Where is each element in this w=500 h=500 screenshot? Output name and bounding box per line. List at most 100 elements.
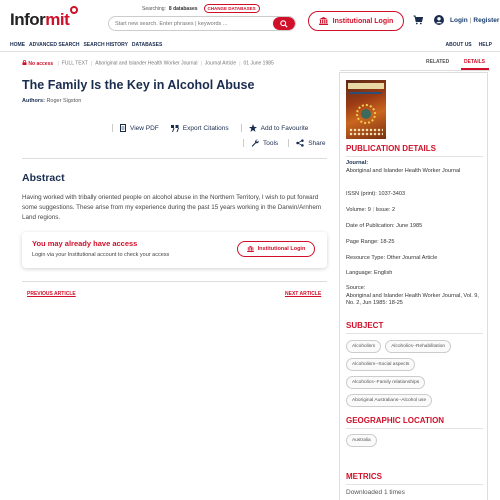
quote-icon [170,124,179,132]
star-icon [248,124,257,132]
export-citations-label: Export Citations [182,124,229,132]
access-title: You may already have access [32,239,138,248]
journal-field: Journal: Aboriginal and Islander Health … [346,160,484,175]
issue-value: 2 [391,207,396,213]
change-databases-button[interactable]: CHANGE DATABASES [203,4,260,13]
access-institutional-login-button[interactable]: Institutional Login [237,241,315,257]
meta-journal[interactable]: Aboriginal and Islander Health Worker Jo… [95,61,197,67]
article-title: The Family Is the Key in Alcohol Abuse [22,78,255,92]
access-button-label: Institutional Login [257,246,306,252]
geo-tag[interactable]: Australia [346,434,377,447]
databases-count[interactable]: 8 databases [169,6,198,12]
issn-field: ISSN (print): 1037-3403 [346,191,484,199]
issue-label: Issue: [375,207,391,213]
sidebar-tabs: RELATED DETAILS [340,57,490,70]
institution-icon [318,17,328,25]
main-nav: HOME ADVANCED SEARCH SEARCH HISTORY DATA… [0,38,500,52]
format-label: FULL TEXT [61,60,88,67]
login-register: Login | Register [450,17,499,24]
login-separator: | [469,17,472,24]
search-input[interactable] [109,17,295,30]
subject-heading: SUBJECT [346,321,384,330]
nav-databases[interactable]: DATABASES [132,42,162,48]
view-pdf-label: View PDF [130,124,159,132]
view-pdf-button[interactable]: View PDF [112,124,159,132]
nav-home[interactable]: HOME [10,42,25,48]
geographic-location-heading: GEOGRAPHIC LOCATION [346,416,445,425]
register-link[interactable]: Register [473,17,499,24]
tools-button[interactable]: Tools [243,139,278,147]
journal-value[interactable]: Aboriginal and Islander Health Worker Jo… [346,168,484,176]
tab-related[interactable]: RELATED [426,59,449,65]
nav-help[interactable]: HELP [479,42,492,48]
article-meta: No access | FULL TEXT | Aboriginal and Isla… [22,60,327,68]
abstract-text: Having worked with tribally oriented peo… [22,194,322,221]
download-count: Downloaded 1 times [346,489,405,496]
date-label: Date of Publication: [346,223,395,229]
article-actions-secondary: Tools Share [243,139,326,147]
login-link[interactable]: Login [450,17,468,24]
metrics-heading: METRICS [346,472,382,481]
access-subtitle: Login via your Institutional account to … [32,252,170,258]
search-button[interactable] [273,17,295,30]
page-range-field: Page Range: 18-25 [346,239,484,247]
lock-icon [22,60,27,65]
add-favourite-button[interactable]: Add to Favourite [240,124,309,132]
section-divider [346,156,483,157]
search-bar [108,16,296,31]
authors-label: Authors: [22,98,45,104]
no-access-label: No access [28,60,54,67]
geo-tags: Australia [346,434,486,447]
meta-date: 01 June 1985 [243,60,274,67]
subject-tag[interactable]: Alcoholics--Family relationships [346,376,426,389]
source-label: Source: [346,285,366,291]
searching-label: Searching: [142,5,166,12]
language-value: English [374,270,393,276]
language-label: Language: [346,270,373,276]
nav-advanced-search[interactable]: ADVANCED SEARCH [29,42,79,48]
issn-value: 1037-3403 [378,191,406,197]
issn-label: ISSN (print): [346,191,377,197]
subject-tag[interactable]: Alcoholics--Rehabilitation [385,340,452,353]
previous-article-link[interactable]: PREVIOUS ARTICLE [27,291,76,297]
informit-logo[interactable]: Informit [10,6,79,32]
section-divider [346,428,483,429]
meta-type: Journal Article [204,60,237,67]
institutional-login-button[interactable]: Institutional Login [308,11,404,31]
add-favourite-label: Add to Favourite [260,124,309,132]
author-name[interactable]: Roger Sigston [46,98,81,104]
tabs-divider [340,70,490,71]
subject-tag[interactable]: Aboriginal Australians--Alcohol use [346,394,433,407]
subject-tags: Alcoholism Alcoholics--Rehabilitation Al… [346,340,486,407]
logo-ring-icon [70,6,79,14]
export-citations-button[interactable]: Export Citations [170,124,229,132]
search-icon [280,19,288,28]
volume-issue-field: Volume: 9 | Issue: 2 [346,207,396,213]
subject-tag[interactable]: Alcoholism [346,340,382,353]
section-divider [346,333,483,334]
source-field: Source: Aboriginal and Islander Health W… [346,285,484,308]
page-range-label: Page Range: [346,239,379,245]
wrench-icon [251,139,259,147]
access-card: You may already have access Login via yo… [22,232,327,268]
nav-search-history[interactable]: SEARCH HISTORY [83,42,127,48]
resource-type-field: Resource Type: Other Journal Article [346,255,484,263]
tools-label: Tools [263,139,279,147]
next-article-link[interactable]: NEXT ARTICLE [285,291,321,297]
tab-details[interactable]: DETAILS [464,59,485,65]
share-icon [296,139,304,147]
subject-tag[interactable]: Alcoholism--Social aspects [346,358,416,371]
journal-cover-image[interactable] [346,80,386,139]
user-icon[interactable] [434,15,444,25]
nav-about-us[interactable]: ABOUT US [446,42,472,48]
share-button[interactable]: Share [288,139,326,147]
article-actions: View PDF Export Citations Add to Favouri… [112,124,308,132]
searching-databases: Searching: 8 databases CHANGE DATABASES [142,4,260,13]
share-label: Share [308,139,326,147]
date-field: Date of Publication: June 1985 [346,223,484,231]
resource-type-label: Resource Type: [346,255,386,261]
resource-type-value: Other Journal Article [386,255,438,261]
cart-icon[interactable] [413,15,423,25]
abstract-heading: Abstract [22,172,65,184]
volume-value: 9 [367,207,371,213]
